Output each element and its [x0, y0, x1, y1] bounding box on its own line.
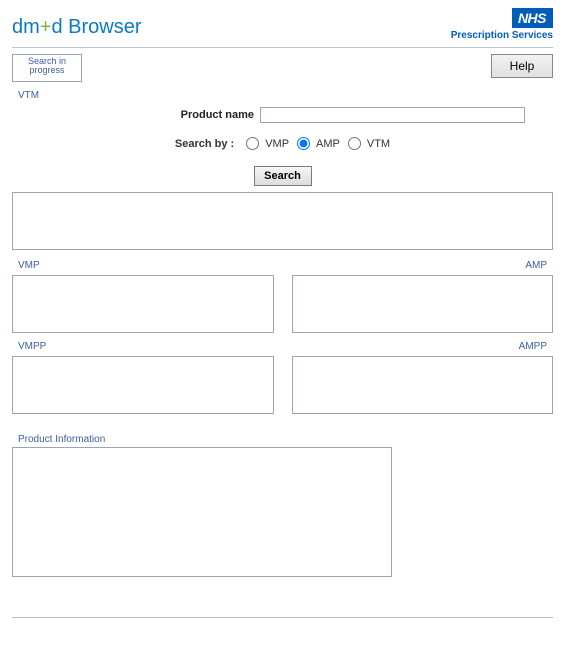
ampp-panel: [292, 356, 554, 414]
search-by-amp-radio[interactable]: [297, 137, 310, 150]
vmpp-panel: [12, 356, 274, 414]
vtm-section-label: VTM: [18, 90, 553, 101]
nhs-logo: NHS: [512, 8, 553, 28]
product-info-panel: [12, 447, 392, 577]
vmp-label: VMP: [18, 260, 274, 271]
help-button[interactable]: Help: [491, 54, 553, 78]
brand-d: d: [51, 16, 62, 38]
vtm-panel: [12, 192, 553, 250]
search-by-row: Search by : VMP AMP VTM: [12, 137, 553, 150]
search-by-amp-label: AMP: [316, 138, 340, 150]
brand-plus: +: [40, 16, 52, 38]
product-name-input[interactable]: [260, 107, 525, 123]
search-button[interactable]: Search: [254, 166, 312, 186]
ampp-label: AMPP: [298, 341, 548, 352]
search-by-vtm-label: VTM: [367, 138, 390, 150]
search-by-vmp-radio[interactable]: [246, 137, 259, 150]
product-info-label: Product Information: [18, 434, 553, 445]
search-by-label: Search by :: [175, 138, 234, 150]
header-divider: [12, 47, 553, 48]
search-by-vtm-radio[interactable]: [348, 137, 361, 150]
app-title: dm+d Browser: [12, 16, 142, 39]
amp-label: AMP: [298, 260, 548, 271]
amp-panel: [292, 275, 554, 333]
product-name-label: Product name: [181, 109, 254, 121]
brand-dm: dm: [12, 16, 40, 38]
footer-divider: [12, 617, 553, 618]
prescription-services-label: Prescription Services: [451, 30, 553, 41]
vmp-panel: [12, 275, 274, 333]
brand-browser: Browser: [63, 16, 142, 38]
vmpp-label: VMPP: [18, 341, 274, 352]
search-by-vmp-label: VMP: [265, 138, 289, 150]
search-progress-box: Search in progress: [12, 54, 82, 82]
